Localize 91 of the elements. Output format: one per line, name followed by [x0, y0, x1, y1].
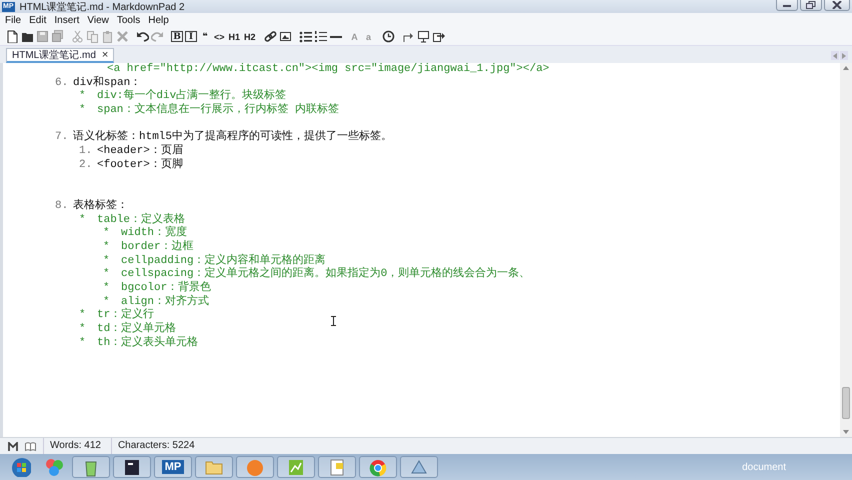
menu-item[interactable]: Tools: [114, 15, 146, 26]
clipboard-icon[interactable]: [101, 30, 114, 43]
share-arrow-icon[interactable]: [402, 30, 415, 43]
clock-icon[interactable]: [382, 30, 395, 43]
list-marker: *: [79, 214, 87, 228]
minimize-button[interactable]: [776, 0, 798, 11]
undo-icon[interactable]: [136, 30, 149, 43]
list-item-text: span：文本信息在一行展示，行内标签 内联标签: [97, 104, 340, 118]
list-marker: *: [103, 254, 111, 268]
circle-app-icon[interactable]: [245, 457, 265, 477]
colored-balls-icon[interactable]: [44, 457, 64, 477]
menu-item[interactable]: Insert: [51, 15, 84, 26]
format-button[interactable]: B: [171, 31, 183, 42]
delete-icon[interactable]: [116, 30, 129, 43]
list-item-text: table：定义表格: [97, 214, 186, 226]
menu-item[interactable]: Help: [145, 15, 174, 26]
list-item-text: cellpadding：定义内容和单元格的距离: [121, 254, 326, 267]
menu-item[interactable]: Edit: [26, 15, 52, 26]
list-marker: 1.: [79, 145, 94, 159]
folder-icon[interactable]: [21, 30, 34, 43]
list-item-text: bgcolor：背景色: [121, 282, 212, 294]
list-item-text: width：宽度: [121, 227, 188, 240]
text-cursor-icon: [331, 316, 336, 326]
scissors-icon[interactable]: [71, 30, 84, 43]
image-icon[interactable]: [278, 30, 292, 43]
list-item-text: 表格标签：: [73, 200, 128, 214]
left-arrow-icon: [833, 52, 837, 58]
scroll-left-button[interactable]: [831, 51, 839, 60]
list-marker: *: [79, 104, 87, 118]
scroll-down-icon[interactable]: [843, 430, 849, 434]
vertical-scrollbar[interactable]: [840, 63, 852, 437]
list-marker: 8.: [55, 200, 70, 214]
close-icon: [832, 1, 842, 9]
code-line: <a href="http://www.itcast.cn"><img src="image/jiangwai_1.jpg"></a>: [107, 63, 550, 77]
numbered-list-icon[interactable]: [314, 30, 327, 43]
bulleted-list-icon[interactable]: [298, 30, 312, 43]
tab-close-button[interactable]: ×: [102, 50, 108, 60]
new-document-icon[interactable]: [6, 30, 19, 43]
list-marker: *: [103, 296, 111, 310]
minimize-icon: [782, 2, 792, 8]
list-marker: *: [79, 336, 87, 350]
menu-item[interactable]: View: [84, 15, 114, 26]
format-button[interactable]: <>: [213, 30, 226, 42]
scrollbar-thumb[interactable]: [842, 387, 850, 419]
floppy-disks-icon[interactable]: [51, 30, 64, 43]
markdown-icon[interactable]: [8, 442, 18, 450]
presentation-icon[interactable]: [416, 30, 430, 43]
list-marker: 2.: [79, 158, 94, 172]
list-marker: *: [103, 268, 111, 282]
menu-item[interactable]: File: [2, 15, 26, 26]
list-marker: *: [79, 90, 87, 104]
app-icon[interactable]: MP: [162, 460, 184, 474]
chart-app-icon[interactable]: [286, 457, 306, 477]
list-marker: *: [103, 227, 111, 241]
browser-icon[interactable]: [368, 457, 388, 477]
list-marker: 6.: [55, 76, 70, 90]
list-item-text: cellspacing：定义单元格之间的距离。如果指定为0，则单元格的线会合为一条、: [121, 268, 530, 280]
list-marker: *: [79, 309, 87, 323]
format-button[interactable]: H2: [243, 30, 257, 42]
list-item-text: 语义化标签：html5中为了提高程序的可读性，提供了一些标签。: [73, 131, 392, 144]
list-item-text: div和span：: [73, 76, 142, 89]
link-icon[interactable]: [264, 30, 277, 43]
list-item-text: align：对齐方式: [121, 296, 210, 308]
list-marker: *: [103, 240, 111, 255]
copy-icon[interactable]: [86, 30, 99, 43]
dark-app-icon[interactable]: [122, 457, 142, 477]
close-button[interactable]: [824, 0, 850, 11]
window-title: HTML课堂笔记.md - MarkdownPad 2: [20, 0, 186, 14]
book-icon[interactable]: [25, 442, 36, 450]
list-item-text: <header>：页眉: [97, 145, 183, 158]
list-item-text: th：定义表头单元格: [97, 336, 198, 350]
list-item-text: tr：定义行: [97, 309, 154, 322]
list-item-text: <footer>：页脚: [97, 158, 183, 172]
list-marker: *: [103, 282, 111, 296]
list-item-text: div:每一个div占满一整行。块级标签: [97, 90, 286, 102]
list-marker: *: [79, 323, 87, 337]
tray-text: document: [742, 462, 786, 472]
document-tab[interactable]: HTML课堂笔记.md ×: [6, 48, 114, 63]
restore-icon: [806, 1, 816, 9]
export-icon[interactable]: [432, 30, 445, 43]
format-button[interactable]: I: [185, 31, 197, 42]
format-button[interactable]: ❝: [199, 30, 211, 42]
right-arrow-icon: [842, 52, 846, 58]
scroll-right-button[interactable]: [840, 51, 848, 60]
format-button[interactable]: H1: [228, 30, 242, 42]
restore-button[interactable]: [800, 0, 822, 11]
scroll-up-icon[interactable]: [843, 66, 849, 70]
list-item-text: td：定义单元格: [97, 323, 176, 336]
list-marker: 7.: [55, 131, 70, 146]
windows-logo-icon[interactable]: [11, 457, 31, 477]
list-item-text: border：边框: [121, 240, 194, 255]
